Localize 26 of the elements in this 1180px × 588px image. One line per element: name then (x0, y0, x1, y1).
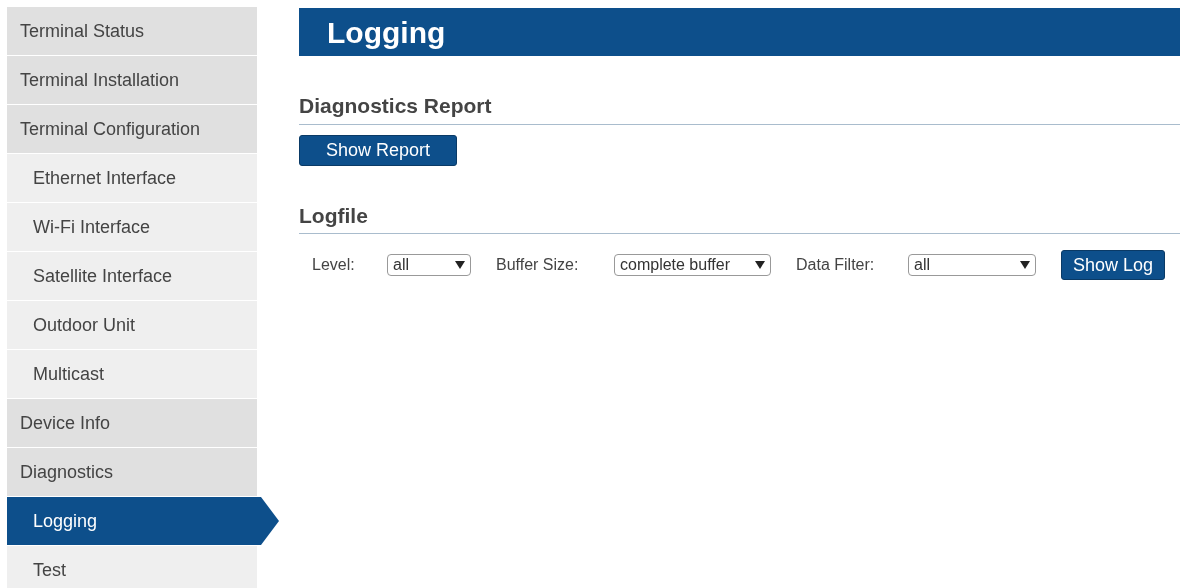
show-log-button[interactable]: Show Log (1061, 250, 1166, 280)
sidebar-item[interactable]: Test (7, 546, 257, 588)
dropdown-arrow-icon (1020, 261, 1030, 269)
sidebar-item[interactable]: Terminal Installation (7, 56, 257, 104)
sidebar-item[interactable]: Multicast (7, 350, 257, 398)
show-report-button[interactable]: Show Report (299, 134, 457, 166)
sidebar-item[interactable]: Wi-Fi Interface (7, 203, 257, 251)
filter-label: Buffer Size: (496, 255, 580, 275)
dropdown[interactable]: all (387, 254, 471, 276)
pointer-icon (257, 497, 279, 545)
dropdown[interactable]: complete buffer (614, 254, 771, 276)
dropdown-arrow-icon (455, 261, 465, 269)
page-title: Logging (327, 14, 446, 51)
sidebar-item[interactable]: Terminal Status (7, 7, 257, 55)
filter-label: Level: (312, 255, 356, 275)
filter-label: Data Filter: (796, 255, 876, 275)
sidebar-item[interactable]: Outdoor Unit (7, 301, 257, 349)
sidebar-item[interactable]: Terminal Configuration (7, 105, 257, 153)
sidebar-item[interactable]: Device Info (7, 399, 257, 447)
section-heading: Diagnostics Report (299, 94, 492, 117)
sidebar-item[interactable]: Diagnostics (7, 448, 257, 496)
section-heading: Logfile (299, 203, 368, 227)
dropdown[interactable]: all (908, 254, 1036, 276)
sidebar-item[interactable]: Satellite Interface (7, 252, 257, 300)
sidebar-item[interactable]: Ethernet Interface (7, 154, 257, 202)
dropdown-arrow-icon (755, 261, 765, 269)
